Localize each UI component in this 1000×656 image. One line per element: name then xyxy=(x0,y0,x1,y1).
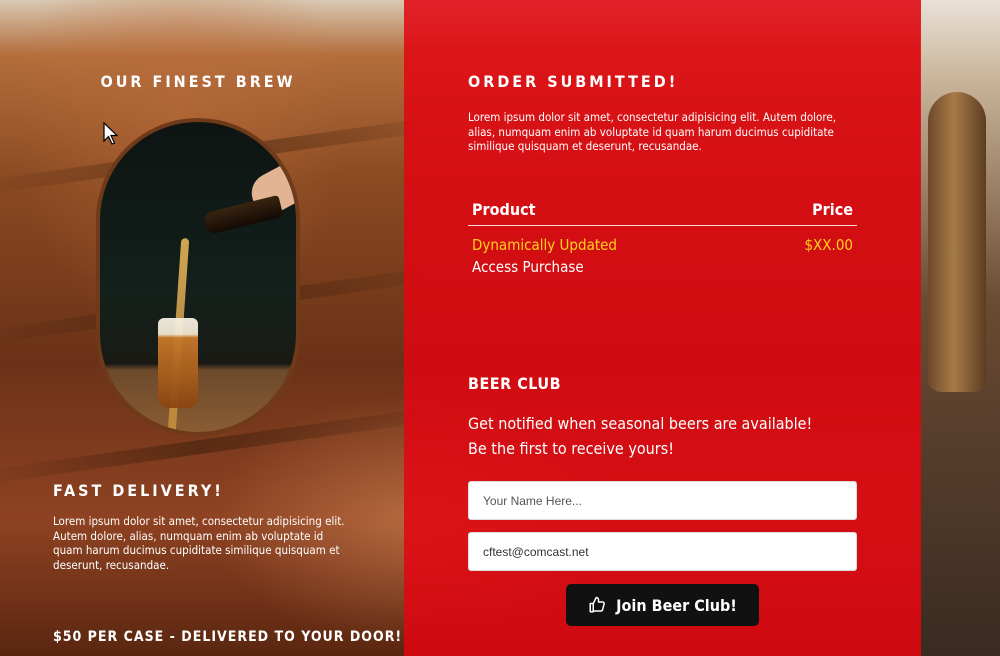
beer-pour-image xyxy=(96,118,300,436)
order-submitted-title: ORDER SUBMITTED! xyxy=(468,72,679,91)
mouse-cursor-icon xyxy=(103,121,119,150)
join-button-label: Join Beer Club! xyxy=(616,595,737,615)
column-product: Product xyxy=(472,200,536,219)
beer-club-text: Get notified when seasonal beers are ava… xyxy=(468,411,812,461)
fast-delivery-text: Lorem ipsum dolor sit amet, consectetur … xyxy=(53,514,345,572)
email-input[interactable] xyxy=(468,532,857,571)
name-input[interactable] xyxy=(468,481,857,520)
section-title-finest-brew: OUR FINEST BREW xyxy=(100,72,296,91)
beer-club-line-2: Be the first to receive yours! xyxy=(468,439,674,458)
table-row: Dynamically Updated $XX.00 xyxy=(468,226,857,254)
join-beer-club-button[interactable]: Join Beer Club! xyxy=(566,584,759,626)
column-price: Price xyxy=(812,200,853,219)
brew-column: OUR FINEST BREW FAST DELIVERY! Lorem ips… xyxy=(0,0,404,656)
price-per-case: $50 PER CASE - DELIVERED TO YOUR DOOR! xyxy=(53,629,403,645)
order-table: Product Price Dynamically Updated $XX.00… xyxy=(468,200,857,276)
beer-glass-graphic xyxy=(158,318,198,408)
beer-club-line-1: Get notified when seasonal beers are ava… xyxy=(468,414,813,433)
order-submitted-text: Lorem ipsum dolor sit amet, consectetur … xyxy=(468,110,837,153)
beer-club-title: BEER CLUB xyxy=(468,374,562,393)
background-photo-right xyxy=(920,0,1000,656)
thumbs-up-icon xyxy=(588,596,606,614)
item-subtitle: Access Purchase xyxy=(472,258,584,276)
bottle-graphic xyxy=(202,194,284,236)
order-table-header: Product Price xyxy=(468,200,857,226)
item-price: $XX.00 xyxy=(804,236,853,254)
item-name: Dynamically Updated xyxy=(472,236,618,254)
tap-handle xyxy=(928,92,986,392)
section-title-fast-delivery: FAST DELIVERY! xyxy=(53,481,224,500)
